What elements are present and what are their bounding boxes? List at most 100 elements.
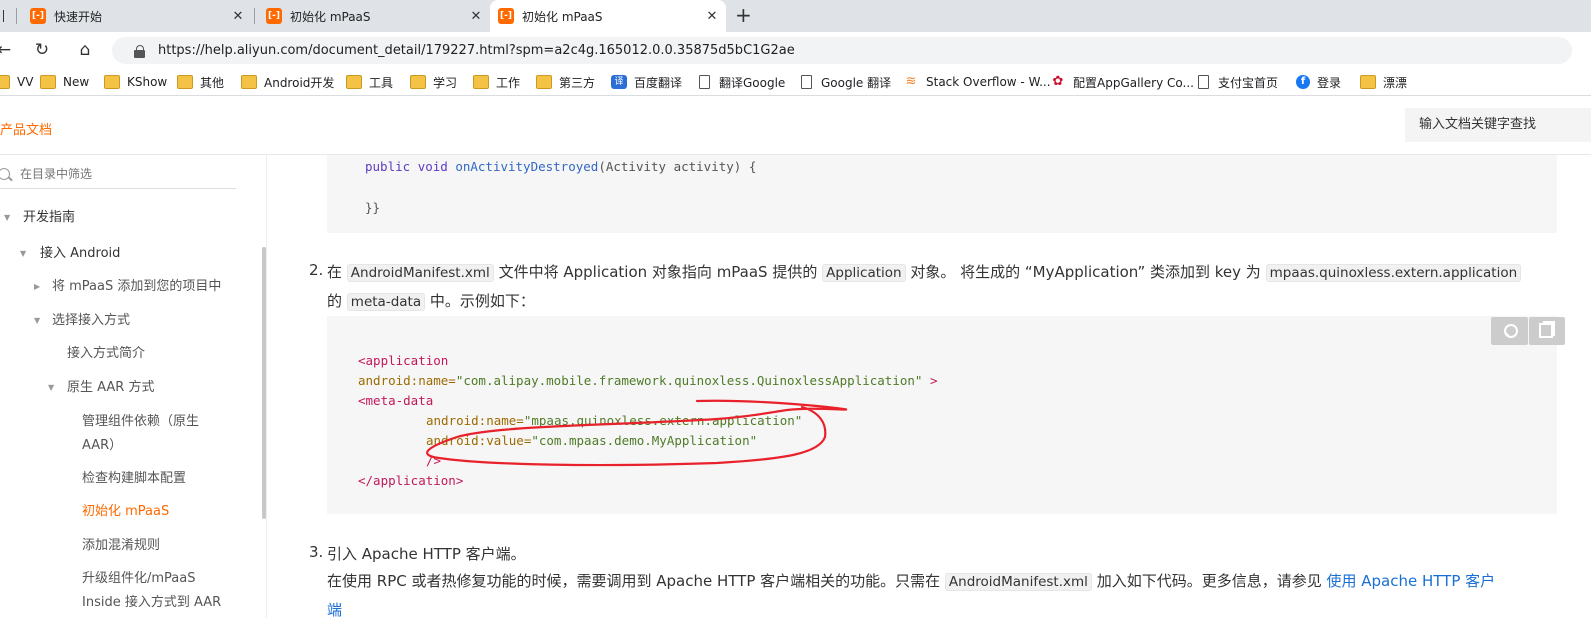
bookmark-label: 第三方 (559, 75, 596, 90)
step-text: 中。示例如下： (429, 292, 535, 310)
close-icon[interactable]: ✕ (230, 9, 246, 24)
tab-partial[interactable] (0, 0, 16, 32)
code-block-java: public void onActivityDestroyed(Activity… (327, 155, 1557, 233)
bookmark-appgallery[interactable]: ✿ 配置AppGallery Co... (1050, 74, 1194, 90)
inline-code: AndroidManifest.xml (944, 573, 1092, 591)
caret-down-icon: ▼ (20, 249, 27, 258)
lock-icon[interactable] (134, 44, 146, 58)
bookmark-label: Google 翻译 (821, 75, 892, 90)
step-text: 文件中将 Application 对象指向 mPaaS 提供的 (498, 263, 818, 281)
code-block-xml: <application android:name="com.alipay.mo… (327, 316, 1557, 514)
bookmark-baidu-translate[interactable]: 译百度翻译 (611, 74, 682, 90)
caret-right-icon: ▶ (34, 282, 41, 291)
folder-icon (410, 75, 426, 89)
product-docs-link[interactable]: 产品文档 (0, 119, 52, 138)
bookmark-label: New (63, 75, 90, 89)
aliyun-favicon-icon: [-] (30, 8, 46, 24)
inline-code: mpaas.quinoxless.extern.application (1265, 264, 1522, 282)
sidebar-item-init-mpaas[interactable]: 初始化 mPaaS (82, 501, 169, 523)
bookmark-label: 学习 (433, 75, 458, 90)
sidebar-item-check-build[interactable]: 检查构建脚本配置 (82, 468, 186, 490)
filter-input[interactable] (20, 166, 220, 181)
code-line: android:value="com.mpaas.demo.MyApplicat… (426, 433, 757, 448)
page-icon (1198, 75, 1209, 89)
step-3-body: 在使用 RPC 或者热修复功能的时候，需要调用到 Apache HTTP 客户端… (327, 570, 1495, 591)
sidebar-scrollbar[interactable] (262, 247, 266, 519)
bookmark-work[interactable]: 工作 (473, 74, 520, 90)
sidebar-item-dev-guide[interactable]: ▼ 开发指南 (0, 207, 75, 229)
translate-icon: 译 (611, 75, 627, 89)
sidebar-item-label: 选择接入方式 (52, 313, 131, 328)
sidebar-item-obfuscation[interactable]: 添加混淆规则 (82, 535, 160, 557)
sidebar-item-label: 原生 AAR 方式 (67, 380, 155, 395)
sidebar-item-choose-method[interactable]: ▼ 选择接入方式 (0, 310, 130, 332)
toggle-theme-button[interactable] (1491, 317, 1528, 345)
bookmark-label: 工具 (369, 75, 394, 90)
tab-init-mpaas-active[interactable]: [-] 初始化 mPaaS ✕ (490, 0, 726, 32)
bookmark-vv[interactable]: VV (0, 74, 33, 90)
bookmark-android-dev[interactable]: Android开发 (241, 74, 334, 90)
close-icon[interactable]: ✕ (468, 9, 484, 24)
site-header: 产品文档 输入文档关键字查找 (0, 97, 1591, 155)
sidebar-item-upgrade[interactable]: 升级组件化/mPaaS Inside 接入方式到 AAR (82, 568, 221, 614)
home-icon[interactable]: ⌂ (73, 38, 97, 62)
folder-icon (346, 75, 362, 89)
bookmark-other[interactable]: 其他 (177, 74, 224, 90)
step-2-line-1: 在 AndroidManifest.xml 文件中将 Application 对… (327, 261, 1522, 282)
bookmark-third-party[interactable]: 第三方 (536, 74, 595, 90)
sidebar-item-method-intro[interactable]: 接入方式简介 (67, 343, 145, 365)
code-tag: /> (426, 453, 442, 468)
doc-search-box[interactable]: 输入文档关键字查找 (1405, 108, 1591, 142)
bookmark-google-translate[interactable]: Google 翻译 (801, 74, 891, 90)
code-string: "mpaas.quinoxless.extern.application" (523, 413, 803, 428)
code-line: public void onActivityDestroyed(Activity… (365, 159, 756, 174)
address-bar[interactable]: https://help.aliyun.com/document_detail/… (112, 37, 1572, 64)
tab-label: 快速开始 (54, 9, 103, 24)
bookmark-stack-overflow[interactable]: ≋ Stack Overflow - W... (903, 74, 1051, 90)
tab-label: 初始化 mPaaS (522, 9, 603, 24)
apache-http-link[interactable]: 使用 Apache HTTP 客户 (1327, 572, 1496, 590)
bookmark-login[interactable]: f 登录 (1296, 74, 1341, 90)
doc-sidebar: ▼ 开发指南 ▼ 接入 Android ▶ 将 mPaaS 添加到您的项目中 ▼… (0, 155, 267, 618)
bookmark-new[interactable]: New (40, 74, 89, 90)
bookmark-piaopiao[interactable]: 漂漂 (1360, 74, 1407, 90)
bookmark-study[interactable]: 学习 (410, 74, 457, 90)
tab-quick-start[interactable]: [-] 快速开始 ✕ (26, 0, 250, 32)
bookmark-label: 漂漂 (1383, 75, 1408, 90)
bookmarks-bar: VV New KShow 其他 Android开发 工具 学习 工作 第三方 译… (0, 68, 1591, 96)
sidebar-item-native-aar[interactable]: ▼ 原生 AAR 方式 (0, 377, 154, 399)
code-tag: <meta-data (358, 393, 434, 408)
close-icon[interactable]: ✕ (704, 9, 720, 24)
step-text: 的 (327, 292, 343, 310)
tab-init-mpaas-1[interactable]: [-] 初始化 mPaaS ✕ (262, 0, 488, 32)
page-icon (801, 75, 812, 89)
sidebar-item-android[interactable]: ▼ 接入 Android (0, 243, 120, 265)
bookmark-alipay[interactable]: 支付宝首页 (1198, 74, 1278, 90)
bookmark-tools[interactable]: 工具 (346, 74, 393, 90)
bookmark-label: Android开发 (264, 75, 335, 90)
bookmark-translate-google[interactable]: 翻译Google (699, 74, 785, 90)
sidebar-item-label: 开发指南 (23, 210, 76, 225)
stackoverflow-icon: ≋ (905, 74, 917, 89)
inline-code: meta-data (346, 293, 426, 311)
facebook-icon: f (1296, 75, 1310, 89)
sidebar-item-label: Inside 接入方式到 AAR (82, 595, 222, 610)
new-tab-icon[interactable]: + (735, 4, 752, 26)
inline-code: AndroidManifest.xml (346, 264, 494, 282)
code-line: /> (426, 453, 441, 468)
caret-down-icon: ▼ (48, 383, 55, 392)
apache-http-link-wrap[interactable]: 端 (327, 599, 342, 618)
url-text: https://help.aliyun.com/document_detail/… (158, 43, 795, 58)
aliyun-favicon-icon: [-] (498, 8, 514, 24)
code-keyword: void (417, 159, 448, 174)
sidebar-item-manage-deps[interactable]: 管理组件依赖（原生 AAR） (82, 411, 199, 457)
bookmark-label: 工作 (496, 75, 521, 90)
step-text: 加入如下代码。更多信息，请参见 (1096, 572, 1322, 590)
sidebar-item-add-mpaas[interactable]: ▶ 将 mPaaS 添加到您的项目中 (0, 276, 221, 298)
copy-code-button[interactable] (1529, 317, 1565, 345)
back-arrow-icon[interactable]: ← (0, 38, 16, 62)
step-text: 在 (327, 263, 343, 281)
folder-icon (177, 75, 193, 89)
reload-icon[interactable]: ↻ (30, 38, 54, 62)
bookmark-kshow[interactable]: KShow (104, 74, 167, 90)
